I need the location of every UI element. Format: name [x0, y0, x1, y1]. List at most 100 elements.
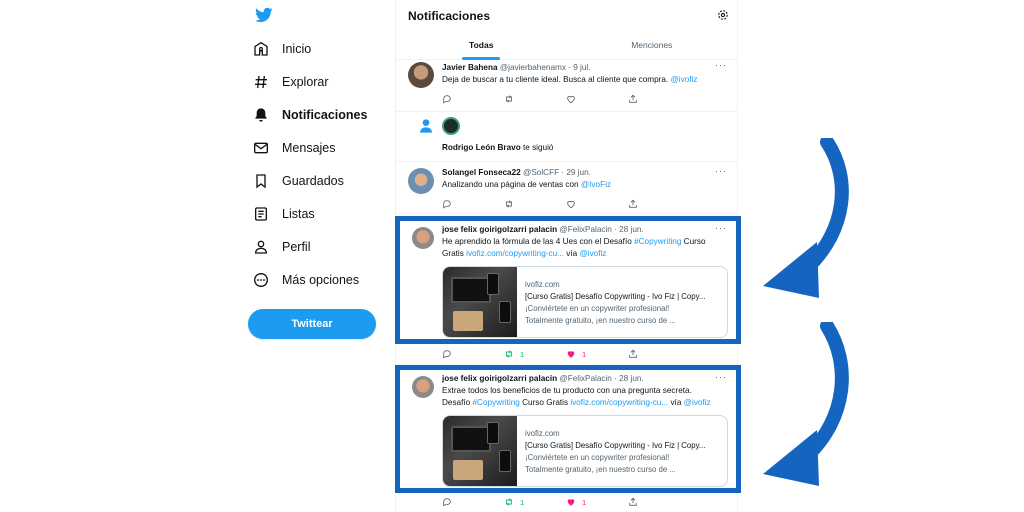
like-count: 1: [582, 497, 587, 507]
twitter-logo-icon[interactable]: [254, 6, 274, 24]
sidebar-item-explorar[interactable]: Explorar: [252, 69, 329, 95]
retweet-button[interactable]: 1: [504, 496, 566, 508]
author-meta: @SolCFF · 29 jun.: [523, 168, 591, 177]
notification-tabs: Todas Menciones: [396, 30, 737, 60]
reply-button[interactable]: [442, 348, 504, 360]
more-icon[interactable]: ···: [715, 166, 727, 176]
retweet-button[interactable]: [504, 93, 566, 105]
sidebar-item-mensajes[interactable]: Mensajes: [252, 135, 336, 161]
more-options-icon: [252, 271, 270, 289]
sidebar-item-notificaciones[interactable]: Notificaciones: [252, 102, 367, 128]
share-button[interactable]: [628, 348, 690, 360]
bookmark-icon: [252, 172, 270, 190]
author-name[interactable]: Solangel Fonseca22: [442, 168, 521, 177]
sidebar-item-perfil[interactable]: Perfil: [252, 234, 310, 260]
tweet-text: Deja de buscar a tu cliente ideal. Busca…: [442, 74, 697, 86]
tweet-author: Solangel Fonseca22 @SolCFF · 29 jun.: [442, 168, 591, 177]
sidebar-item-label: Inicio: [282, 42, 312, 56]
tweet-actions: 1 1: [442, 496, 690, 508]
gear-icon[interactable]: [717, 9, 729, 21]
sidebar-item-label: Explorar: [282, 75, 329, 89]
avatar[interactable]: [442, 117, 460, 135]
tweet-actions: [442, 198, 690, 210]
retweet-icon: [506, 350, 512, 358]
tweet-button[interactable]: Twittear: [248, 309, 376, 339]
sidebar-item-label: Notificaciones: [282, 108, 368, 122]
mention-link[interactable]: @ivofiz: [670, 75, 697, 84]
author-name[interactable]: Javier Bahena: [442, 63, 498, 72]
highlight-box: [395, 365, 741, 493]
reply-icon: [443, 350, 451, 359]
avatar[interactable]: [408, 62, 434, 88]
tab-todas[interactable]: Todas: [396, 30, 567, 59]
tweet-text-content: Analizando una página de ventas con: [442, 180, 581, 189]
reply-icon: [443, 200, 451, 209]
tweet-actions: 1 1: [442, 348, 690, 360]
page-title: Notificaciones: [408, 9, 491, 23]
list-icon: [252, 205, 270, 223]
sidebar-item-label: Listas: [282, 207, 315, 221]
follow-text: Rodrigo León Bravo te siguió: [442, 143, 553, 152]
tweet-actions: [442, 93, 690, 105]
retweet-button[interactable]: 1: [504, 348, 566, 360]
tweet-text: Analizando una página de ventas con @Ivo…: [442, 179, 611, 191]
share-icon: [629, 199, 637, 208]
follow-action-text: te siguió: [520, 143, 554, 152]
follow-notification[interactable]: Rodrigo León Bravo te siguió: [396, 112, 737, 162]
retweet-count: 1: [520, 349, 525, 359]
reply-button[interactable]: [442, 198, 504, 210]
like-count: 1: [582, 349, 587, 359]
tweet-notification[interactable]: Solangel Fonseca22 @SolCFF · 29 jun. ···…: [396, 162, 737, 214]
heart-icon: [567, 351, 575, 358]
highlight-box: [395, 216, 741, 344]
sidebar-item-label: Guardados: [282, 174, 344, 188]
sidebar-item-listas[interactable]: Listas: [252, 201, 315, 227]
share-icon: [629, 349, 637, 358]
tweet-text-content: Deja de buscar a tu cliente ideal. Busca…: [442, 75, 671, 84]
sidebar-item-inicio[interactable]: Inicio: [252, 36, 311, 62]
heart-icon: [567, 200, 575, 209]
more-icon[interactable]: ···: [715, 60, 727, 70]
reply-icon: [443, 498, 451, 507]
tweet-author: Javier Bahena @javierbahenamx · 9 jul.: [442, 63, 591, 72]
like-button[interactable]: 1: [566, 348, 628, 360]
hashtag-icon: [252, 73, 270, 91]
home-icon: [252, 40, 270, 58]
sidebar-item-label: Más opciones: [282, 273, 360, 287]
like-button[interactable]: 1: [566, 496, 628, 508]
reply-button[interactable]: [442, 496, 504, 508]
retweet-count: 1: [520, 497, 525, 507]
tweet-notification[interactable]: Javier Bahena @javierbahenamx · 9 jul. ·…: [396, 60, 737, 112]
sidebar-item-mas-opciones[interactable]: Más opciones: [252, 267, 359, 293]
retweet-button[interactable]: [504, 198, 566, 210]
retweet-icon: [506, 95, 512, 103]
reply-button[interactable]: [442, 93, 504, 105]
envelope-icon: [252, 139, 270, 157]
like-button[interactable]: [566, 198, 628, 210]
reply-icon: [443, 95, 451, 104]
author-meta: @javierbahenamx · 9 jul.: [499, 63, 591, 72]
heart-icon: [567, 95, 575, 104]
retweet-icon: [506, 200, 512, 208]
person-follow-icon: [420, 119, 432, 133]
mention-link[interactable]: @IvoFiz: [581, 180, 611, 189]
retweet-icon: [506, 498, 512, 506]
person-icon: [252, 238, 270, 256]
sidebar-item-label: Perfil: [282, 240, 311, 254]
avatar[interactable]: [408, 168, 434, 194]
share-button[interactable]: [628, 198, 690, 210]
like-button[interactable]: [566, 93, 628, 105]
share-button[interactable]: [628, 496, 690, 508]
curved-arrow-icon: [763, 138, 849, 298]
curved-arrow-icon: [763, 322, 849, 486]
bell-icon: [252, 106, 270, 124]
share-icon: [629, 94, 637, 103]
heart-icon: [567, 499, 575, 506]
share-button[interactable]: [628, 93, 690, 105]
author-name[interactable]: Rodrigo León Bravo: [442, 143, 521, 152]
sidebar: Inicio Explorar Notificaciones Mensajes …: [240, 0, 390, 512]
sidebar-item-guardados[interactable]: Guardados: [252, 168, 344, 194]
tab-menciones[interactable]: Menciones: [567, 30, 738, 59]
share-icon: [629, 497, 637, 506]
sidebar-item-label: Mensajes: [282, 141, 336, 155]
